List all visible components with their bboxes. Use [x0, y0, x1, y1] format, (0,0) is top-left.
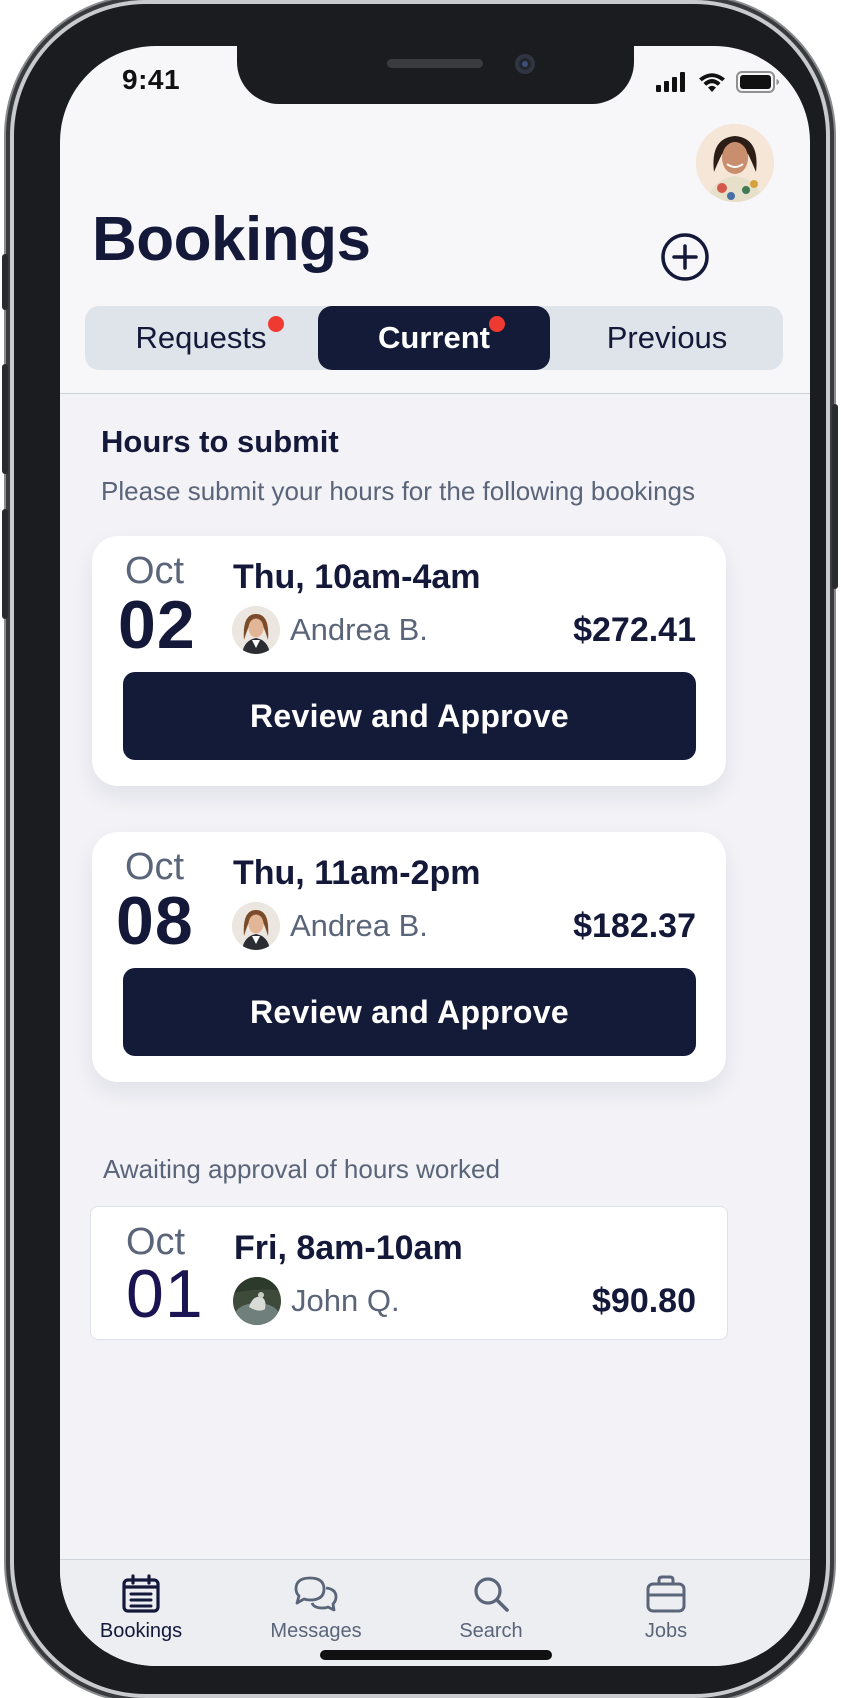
search-icon: [474, 1577, 509, 1612]
tab-bar-search[interactable]: Search: [421, 1574, 561, 1643]
tab-bar-bookings[interactable]: Bookings: [71, 1574, 211, 1643]
chat-bubbles-icon: [294, 1576, 338, 1612]
person-name: John Q.: [291, 1283, 400, 1318]
booking-amount: $90.80: [592, 1282, 696, 1320]
tab-bar-label: Messages: [270, 1620, 362, 1642]
cellular-signal-icon: [656, 72, 685, 92]
person-name: Andrea B.: [290, 908, 428, 943]
tab-bar-jobs[interactable]: Jobs: [596, 1574, 736, 1643]
power-button: [832, 404, 838, 589]
booking-day: 02: [118, 587, 196, 663]
booking-day: 01: [126, 1256, 204, 1332]
person-photo: [233, 1277, 281, 1325]
person-avatar: [232, 606, 280, 654]
tab-bar-label: Search: [459, 1620, 523, 1642]
current-notification-dot: [489, 316, 505, 332]
home-indicator: [320, 1650, 552, 1660]
tab-bar-messages[interactable]: Messages: [246, 1574, 386, 1643]
person-photo: [232, 606, 280, 654]
booking-person: Andrea B.: [232, 606, 428, 654]
tab-previous[interactable]: Previous: [551, 306, 783, 370]
tab-current[interactable]: Current: [318, 306, 550, 370]
add-booking-icon[interactable]: [660, 232, 710, 282]
booking-amount: $272.41: [573, 611, 696, 649]
briefcase-icon: [646, 1575, 686, 1613]
booking-time: Thu, 10am-4am: [233, 558, 481, 596]
speaker: [387, 59, 483, 68]
tab-previous-label: Previous: [606, 320, 728, 355]
booking-day: 08: [116, 883, 194, 959]
awaiting-booking-card[interactable]: Oct 01 Fri, 8am-10am John Q. $90.80: [90, 1206, 728, 1340]
profile-avatar[interactable]: [696, 124, 774, 202]
tab-bar-label: Jobs: [644, 1620, 688, 1642]
wifi-icon: [699, 73, 725, 92]
calendar-list-icon: [122, 1574, 160, 1613]
person-avatar: [233, 1277, 281, 1325]
booking-card[interactable]: Oct 02 Thu, 10am-4am Andrea B. $272.41 R…: [92, 536, 726, 786]
booking-person: Andrea B.: [232, 902, 428, 950]
segmented-tabs: Requests Current Previous: [85, 306, 783, 370]
page-title: Bookings: [92, 205, 371, 274]
awaiting-approval-label: Awaiting approval of hours worked: [103, 1154, 500, 1184]
tab-requests-label: Requests: [135, 320, 267, 355]
hours-to-submit-subtitle: Please submit your hours for the followi…: [101, 476, 695, 506]
booking-card[interactable]: Oct 08 Thu, 11am-2pm Andrea B. $182.37 R…: [92, 832, 726, 1082]
booking-time: Fri, 8am-10am: [234, 1229, 463, 1267]
hours-to-submit-heading: Hours to submit: [101, 424, 339, 459]
profile-photo: [696, 124, 774, 202]
review-and-approve-button[interactable]: Review and Approve: [123, 968, 696, 1056]
phone-screen: 9:41 Bookings Requests Current Previous …: [60, 46, 810, 1666]
status-time: 9:41: [122, 64, 181, 95]
tab-requests[interactable]: Requests: [85, 306, 317, 370]
requests-notification-dot: [268, 316, 284, 332]
phone-frame: 9:41 Bookings Requests Current Previous …: [2, 4, 838, 1694]
notch: [237, 46, 634, 104]
person-name: Andrea B.: [290, 612, 428, 647]
booking-amount: $182.37: [573, 907, 696, 945]
review-and-approve-button[interactable]: Review and Approve: [123, 672, 696, 760]
status-icons: [656, 71, 780, 93]
booking-time: Thu, 11am-2pm: [233, 854, 481, 892]
booking-person: John Q.: [233, 1277, 400, 1325]
tab-bar-label: Bookings: [99, 1620, 183, 1642]
person-avatar: [232, 902, 280, 950]
volume-up-button: [2, 364, 8, 474]
mute-switch: [2, 254, 8, 310]
battery-icon: [736, 71, 779, 93]
person-photo: [232, 902, 280, 950]
front-camera: [515, 54, 535, 74]
tab-current-label: Current: [378, 320, 490, 355]
volume-down-button: [2, 509, 8, 619]
